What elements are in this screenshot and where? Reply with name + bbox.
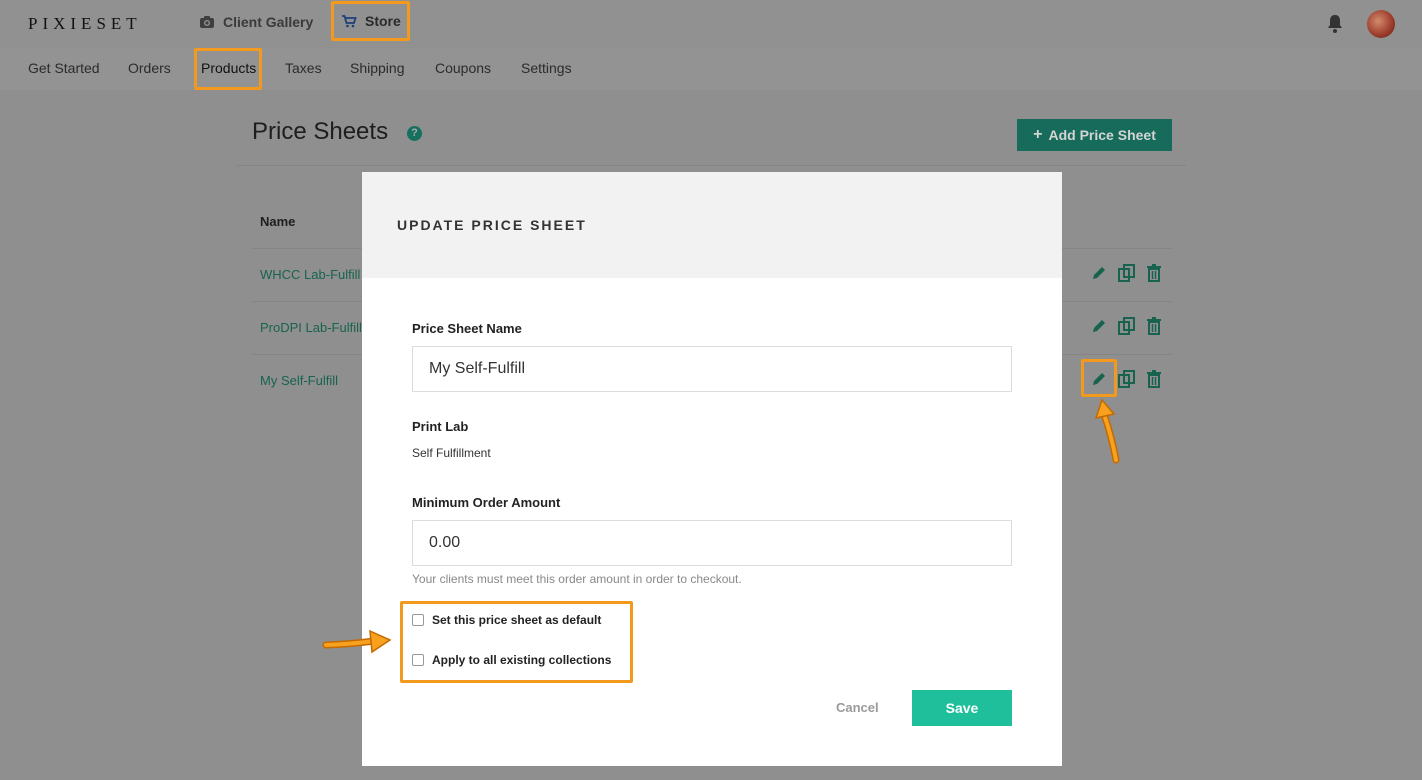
copy-icon[interactable] [1117,317,1137,335]
add-price-sheet-button[interactable]: + Add Price Sheet [1017,119,1172,151]
column-header-name: Name [260,214,296,229]
camera-icon [200,16,214,28]
store-highlight-box [331,1,410,41]
save-button[interactable]: Save [912,690,1012,726]
page-title: Price Sheets [252,118,389,145]
row-actions [1090,264,1162,282]
price-sheet-link[interactable]: WHCC Lab-Fulfill [260,267,360,282]
price-sheet-link[interactable]: ProDPI Lab-Fulfill [260,320,362,335]
minimum-order-help: Your clients must meet this order amount… [412,572,742,586]
trash-icon[interactable] [1146,317,1162,335]
price-sheet-link[interactable]: My Self-Fulfill [260,373,338,388]
minimum-order-label: Minimum Order Amount [412,495,561,510]
help-icon[interactable]: ? [407,126,422,141]
copy-icon[interactable] [1117,370,1137,388]
divider [237,165,1186,166]
subnav-settings[interactable]: Settings [521,60,572,76]
minimum-order-input[interactable] [412,520,1012,566]
pencil-icon[interactable] [1090,317,1108,335]
price-sheet-name-label: Price Sheet Name [412,321,522,336]
price-sheet-name-input[interactable] [412,346,1012,392]
arrow-right-annotation [322,629,392,654]
client-gallery-link[interactable]: Client Gallery [199,14,313,30]
subnav-get-started[interactable]: Get Started [28,60,100,76]
edit-highlight-box [1081,359,1117,397]
trash-icon[interactable] [1146,370,1162,388]
pixieset-logo[interactable]: PIXIESET [28,14,142,34]
subnav-taxes[interactable]: Taxes [285,60,322,76]
checkbox-highlight-box [400,601,633,683]
pencil-icon[interactable] [1090,264,1108,282]
top-bar: PIXIESET Client Gallery Store [0,0,1422,48]
arrow-up-annotation [1094,398,1120,464]
plus-icon: + [1033,126,1043,143]
print-lab-value: Self Fulfillment [412,446,491,460]
modal-title: UPDATE PRICE SHEET [397,217,587,233]
bell-icon[interactable] [1326,14,1344,34]
subnav-shipping[interactable]: Shipping [350,60,405,76]
row-actions [1090,317,1162,335]
trash-icon[interactable] [1146,264,1162,282]
add-price-sheet-label: Add Price Sheet [1048,127,1156,143]
subnav-orders[interactable]: Orders [128,60,171,76]
copy-icon[interactable] [1117,264,1137,282]
modal-header: UPDATE PRICE SHEET [362,172,1062,278]
products-highlight-box [194,48,262,90]
cancel-button[interactable]: Cancel [836,700,879,715]
subnav-coupons[interactable]: Coupons [435,60,491,76]
print-lab-label: Print Lab [412,419,469,434]
client-gallery-label: Client Gallery [223,14,314,30]
user-avatar[interactable] [1367,10,1395,38]
